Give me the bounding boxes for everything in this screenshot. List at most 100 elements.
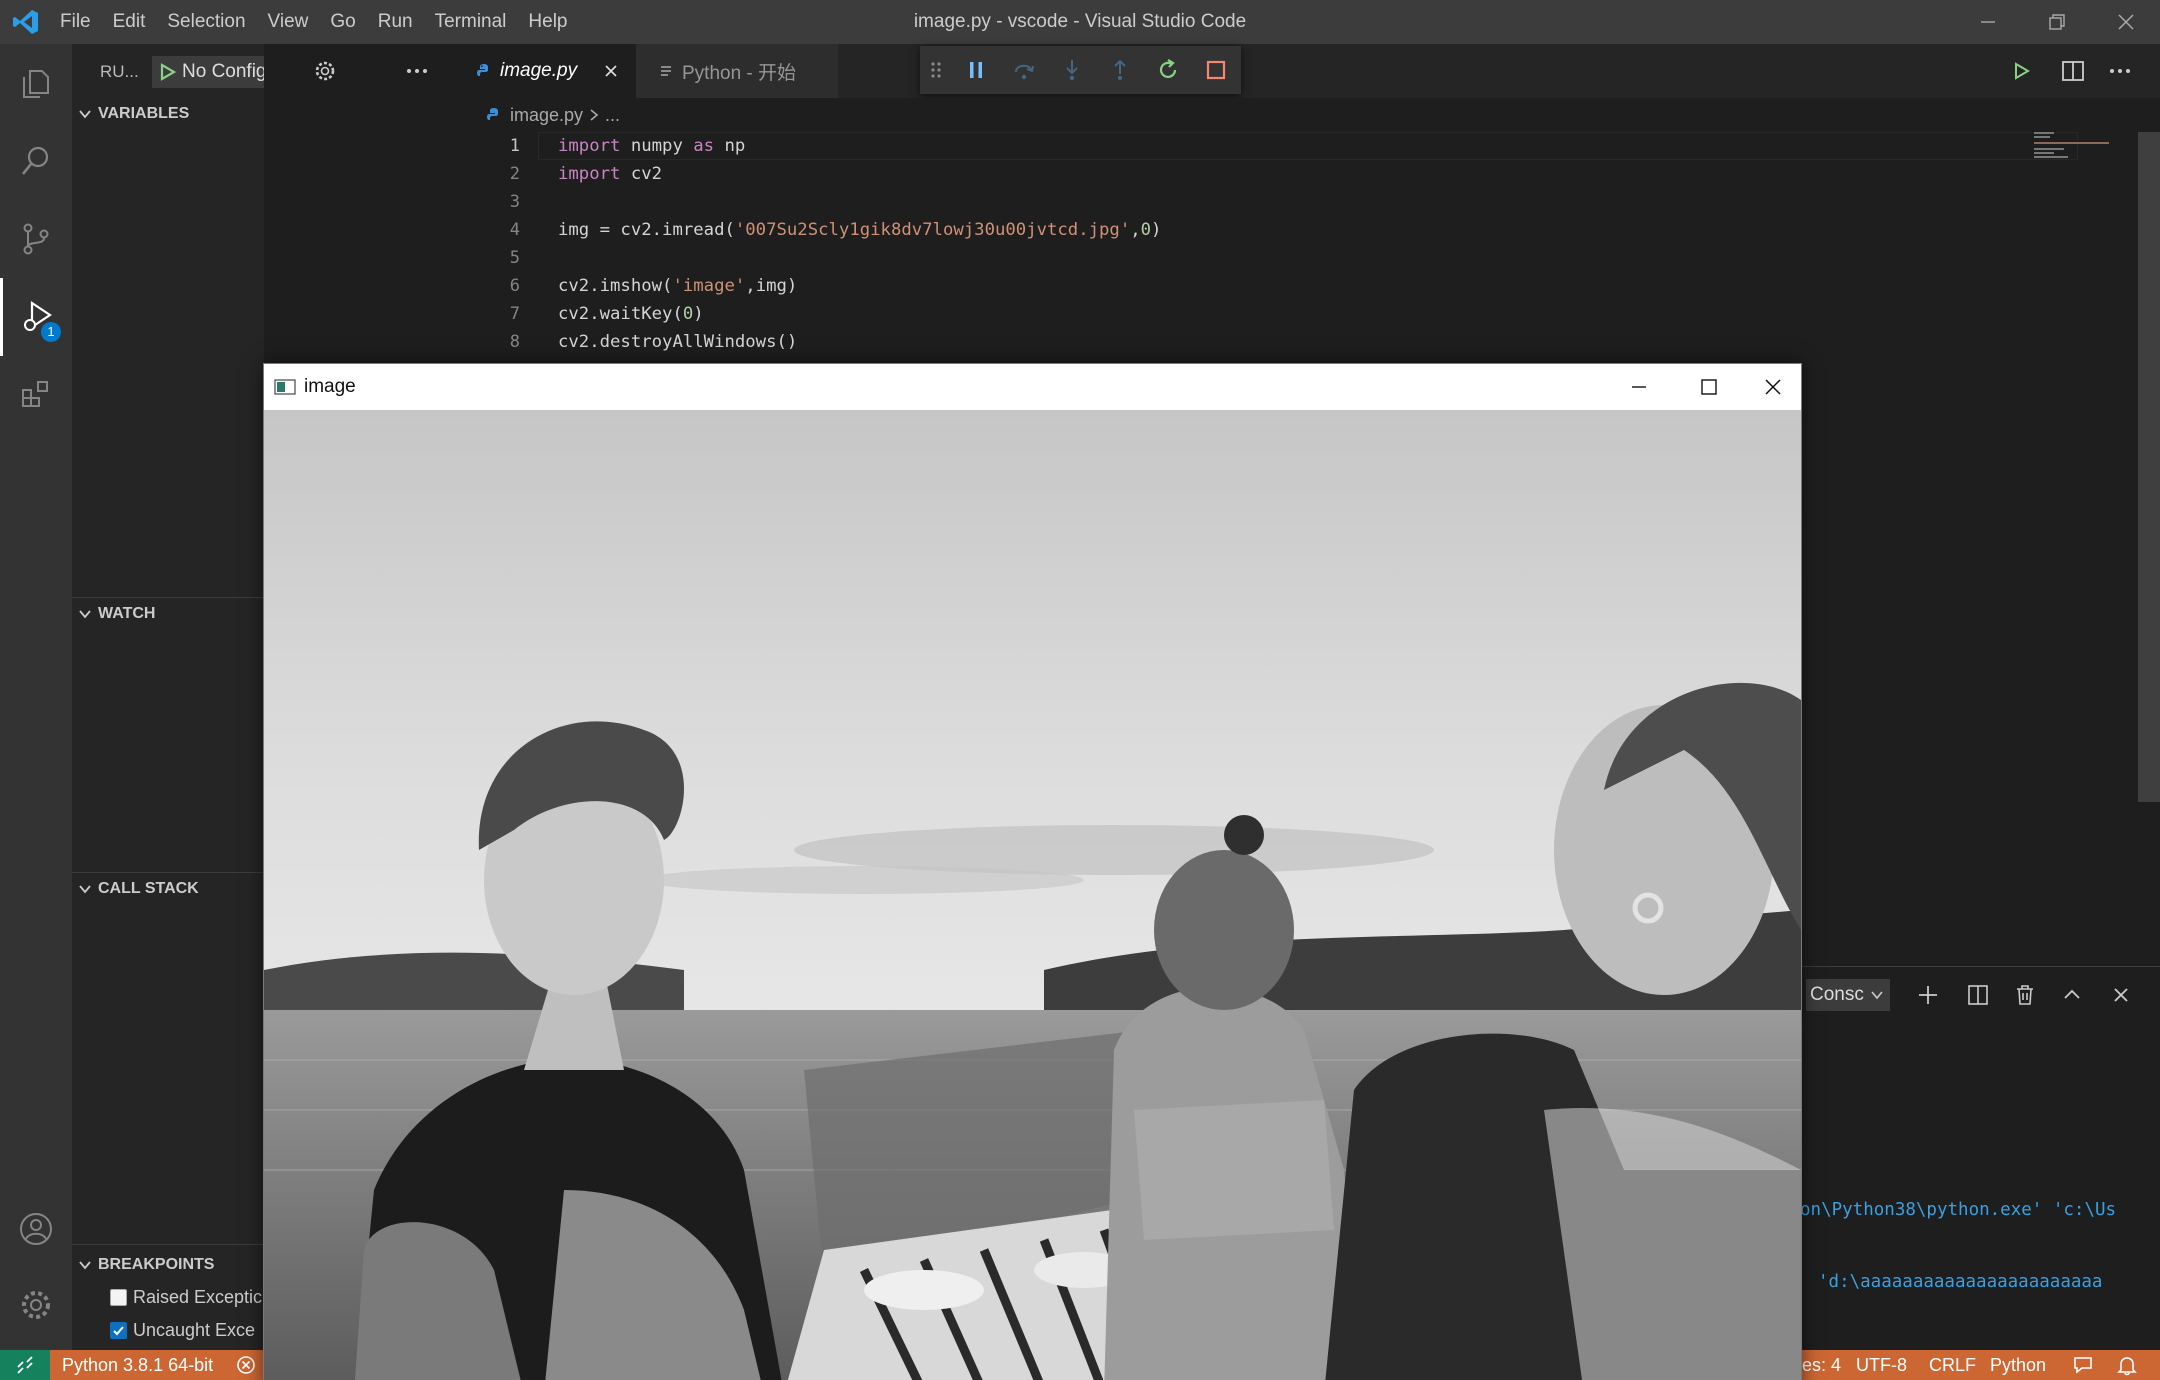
editor-tab-bar: image.py Python - 开始 [458,44,2160,98]
code-line[interactable]: import cv2 [558,160,662,188]
activity-bar: 1 [0,44,72,1350]
line-number: 2 [509,164,520,184]
menu-run[interactable]: Run [367,0,424,44]
photo-three-people-on-boat [264,410,1801,1380]
image-minimize-button[interactable] [1604,364,1674,410]
breadcrumb: image.py ... [458,98,2160,132]
tab-image-py[interactable]: image.py [458,44,636,98]
image-window-titlebar[interactable]: image [264,364,1801,410]
line-number: 7 [509,304,520,324]
menu-bar: File Edit Selection View Go Run Terminal… [49,0,579,44]
step-out-button[interactable] [1096,46,1144,94]
close-tab-icon[interactable] [603,63,619,79]
code-token: import [558,136,621,156]
code-token: 0 [682,304,694,324]
title-bar: File Edit Selection View Go Run Terminal… [0,0,2160,44]
line-number: 3 [509,192,520,212]
terminal-dropdown-label: Consc [1810,984,1864,1005]
notifications-bell-icon[interactable] [2116,1350,2138,1380]
terminal-panel: Consc on\Python38\python.exe' 'c:\Us 'd:… [1800,966,2160,1350]
code-token: '007Su2Scly1gik8dv7lowj30u00jvtcd.jpg' [734,220,1131,240]
python-interpreter[interactable]: Python 3.8.1 64-bit [62,1350,213,1380]
code-token: import [558,164,621,184]
menu-view[interactable]: View [257,0,320,44]
stop-button[interactable] [1192,46,1240,94]
chevron-right-icon [590,109,599,121]
menu-file[interactable]: File [49,0,102,44]
extensions-icon[interactable] [0,356,72,434]
run-debug-sidebar: RU... No Configurat [72,44,264,1350]
terminal-line: on\Python38\python.exe' 'c:\Us [1800,1200,2117,1220]
debug-toolbar [920,46,1241,94]
code-token: ) [1151,220,1162,240]
code-token: 0 [1140,220,1152,240]
split-terminal-icon[interactable] [1966,983,1990,1007]
minimize-button[interactable] [1953,0,2022,44]
start-debugging-icon[interactable] [152,57,182,87]
code-line[interactable]: img = cv2.imread('007Su2Scly1gik8dv7lowj… [558,216,1161,244]
image-maximize-button[interactable] [1674,364,1744,410]
code-token: cv2 [620,164,663,184]
menu-selection[interactable]: Selection [156,0,256,44]
restore-button[interactable] [2022,0,2091,44]
new-terminal-icon[interactable] [1916,983,1940,1007]
close-panel-icon[interactable] [2109,983,2133,1007]
tab-python-get-started[interactable]: Python - 开始 [636,44,838,98]
drag-handle-icon[interactable] [920,46,952,94]
errors-icon[interactable] [236,1350,256,1380]
opencv-image-window[interactable]: image [263,363,1802,1380]
indentation-status[interactable]: es: 4 [1802,1350,1841,1380]
line-number: 8 [509,332,520,352]
breadcrumb-more[interactable]: ... [605,105,620,126]
code-line[interactable]: cv2.waitKey(0) [558,300,704,328]
pause-button[interactable] [952,46,1000,94]
code-line[interactable]: cv2.imshow('image',img) [558,272,797,300]
step-over-button[interactable] [1000,46,1048,94]
split-editor-icon[interactable] [2060,58,2086,84]
open-launch-json-icon[interactable] [314,60,336,82]
code-token: ) [693,304,704,324]
menu-help[interactable]: Help [517,0,578,44]
current-line-highlight [538,132,2078,160]
image-close-button[interactable] [1744,364,1802,410]
more-actions-icon[interactable] [405,60,429,82]
menu-go[interactable]: Go [319,0,366,44]
eol-status[interactable]: CRLF [1929,1350,1976,1380]
remote-indicator-icon[interactable] [0,1350,50,1380]
restart-button[interactable] [1144,46,1192,94]
terminal-dropdown[interactable]: Consc [1806,979,1890,1011]
code-line[interactable]: import numpy as np [558,132,745,160]
menu-terminal[interactable]: Terminal [424,0,518,44]
editor-scrollbar[interactable] [2138,132,2160,802]
maximize-panel-icon[interactable] [2060,983,2084,1007]
accounts-icon[interactable] [0,1190,72,1268]
grayscale-photo [264,410,1801,1380]
tab-label: Python - 开始 [682,62,797,84]
source-control-icon[interactable] [0,200,72,278]
vscode-logo-icon [12,8,40,36]
step-into-button[interactable] [1048,46,1096,94]
chevron-down-icon [1871,991,1883,1000]
code-token: , [1130,220,1141,240]
manage-gear-icon[interactable] [0,1266,72,1344]
breadcrumb-file[interactable]: image.py [510,105,583,126]
feedback-icon[interactable] [2072,1350,2094,1380]
search-icon[interactable] [0,122,72,200]
run-debug-icon[interactable]: 1 [0,278,72,356]
language-mode[interactable]: Python [1990,1350,2046,1380]
run-file-icon[interactable] [2008,58,2034,84]
code-token: cv2.destroyAllWindows() [558,332,798,352]
line-number: 6 [509,276,520,296]
code-token: 'image' [672,276,746,296]
code-line[interactable]: cv2.destroyAllWindows() [558,328,797,356]
editor-more-actions-icon[interactable] [2108,60,2132,82]
explorer-icon[interactable] [0,44,72,122]
minimap[interactable] [2026,132,2144,212]
debug-config-dropdown[interactable]: No Configurat [152,56,264,88]
terminal-output: on\Python38\python.exe' 'c:\Us 'd:\aaaaa… [1800,1150,2116,1342]
kill-terminal-trash-icon[interactable] [2013,983,2037,1007]
close-window-button[interactable] [2091,0,2160,44]
encoding-status[interactable]: UTF-8 [1856,1350,1907,1380]
python-file-icon [487,108,498,120]
menu-edit[interactable]: Edit [102,0,157,44]
